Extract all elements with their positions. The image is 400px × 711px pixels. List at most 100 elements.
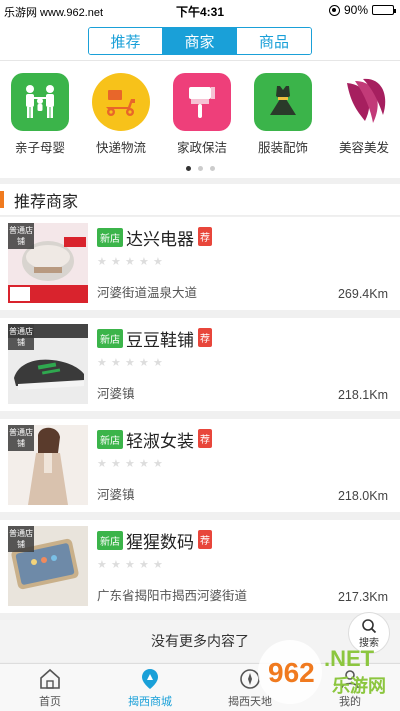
new-shop-badge: 新店 (97, 329, 123, 348)
map-pin-icon (142, 668, 158, 689)
star-icon: ★ (139, 559, 149, 571)
rotation-lock-icon (328, 4, 340, 16)
category-item-parenting[interactable]: 亲子母婴 (0, 73, 80, 156)
battery-icon (372, 5, 396, 15)
star-icon: ★ (97, 357, 107, 369)
tabbar-world[interactable]: 揭西天地 (200, 664, 300, 711)
rating-stars: ★ ★ ★ ★ ★ (97, 458, 163, 470)
star-icon: ★ (111, 559, 121, 571)
compass-icon (240, 668, 260, 689)
battery-percent: 90% (343, 3, 368, 17)
rating-stars: ★ ★ ★ ★ ★ (97, 559, 163, 571)
shop-thumbnail: 普通店铺 (8, 425, 88, 505)
section-title: 推荐商家 (14, 193, 79, 211)
category-label: 快递物流 (95, 141, 146, 155)
carousel-pagination (0, 166, 400, 171)
rating-stars: ★ ★ ★ ★ ★ (97, 256, 163, 268)
star-icon: ★ (153, 458, 163, 470)
shop-address: 河婆街道温泉大道 (97, 286, 198, 300)
category-label: 家政保洁 (176, 141, 227, 155)
shop-type-tag: 普通店铺 (8, 425, 34, 451)
shop-name: 达兴电器 (126, 230, 194, 249)
shop-card[interactable]: 普通店铺 新店 猩猩数码 荐 ★ ★ ★ ★ ★ 广东省揭阳市揭西河婆街道 217.3K… (0, 520, 400, 613)
star-icon: ★ (153, 357, 163, 369)
search-icon (362, 618, 377, 633)
star-icon: ★ (139, 256, 149, 268)
section-accent-bar (0, 191, 4, 208)
tab-recommend[interactable]: 推荐 (89, 28, 163, 54)
category-item-clothing[interactable]: 服装配饰 (243, 73, 323, 156)
star-icon: ★ (97, 559, 107, 571)
category-carousel[interactable]: 亲子母婴 快递物流 家政保洁 服装配饰 美容美发 (0, 60, 400, 178)
shop-address: 河婆镇 (97, 488, 135, 502)
search-button[interactable]: 搜索 (348, 612, 390, 654)
shop-name: 猩猩数码 (126, 533, 194, 552)
star-icon: ★ (125, 256, 135, 268)
category-label: 服装配饰 (257, 141, 308, 155)
shop-distance: 217.3Km (337, 590, 388, 604)
star-icon: ★ (125, 458, 135, 470)
shop-distance: 269.4Km (337, 287, 388, 301)
category-item-beauty[interactable]: 美容美发 (324, 73, 400, 156)
shop-address: 广东省揭阳市揭西河婆街道 (97, 589, 248, 603)
shop-card[interactable]: 普通店铺 新店 达兴电器 荐 ★ ★ ★ ★ ★ 河婆街道温泉大道 269.4Km (0, 217, 400, 310)
shop-thumbnail: 普通店铺 (8, 324, 88, 404)
dress-icon (254, 73, 312, 131)
shop-card[interactable]: 普通店铺 新店 轻淑女装 荐 ★ ★ ★ ★ ★ 河婆镇 218.0Km (0, 419, 400, 512)
status-bar: 乐游网 www.962.net 下午4:31 90% (0, 0, 400, 22)
star-icon: ★ (111, 256, 121, 268)
shop-distance: 218.1Km (337, 388, 388, 402)
star-icon: ★ (111, 357, 121, 369)
star-icon: ★ (139, 458, 149, 470)
star-icon: ★ (111, 458, 121, 470)
tabbar-home[interactable]: 首页 (0, 664, 100, 711)
pagination-dot (185, 166, 191, 171)
bottom-tab-bar: 首页 揭西商城 揭西天地 我的 (0, 663, 400, 711)
star-icon: ★ (139, 357, 149, 369)
tabbar-mine[interactable]: 我的 (300, 664, 400, 711)
status-right: 90% (328, 3, 396, 17)
cleaning-brush-icon (173, 73, 231, 131)
home-icon (40, 668, 60, 689)
tabbar-mall[interactable]: 揭西商城 (100, 664, 200, 711)
tabbar-label: 揭西商城 (128, 695, 172, 708)
family-icon (11, 73, 69, 131)
shop-type-tag: 普通店铺 (8, 526, 34, 552)
tabbar-label: 我的 (339, 695, 361, 708)
star-icon: ★ (97, 458, 107, 470)
shop-address: 河婆镇 (97, 387, 135, 401)
category-item-delivery[interactable]: 快递物流 (81, 73, 161, 156)
shop-distance: 218.0Km (337, 489, 388, 503)
category-label: 美容美发 (338, 141, 389, 155)
recommended-badge: 荐 (198, 429, 212, 448)
shop-name: 轻淑女装 (126, 432, 194, 451)
delivery-scooter-icon (92, 73, 150, 131)
recommended-badge: 荐 (198, 328, 212, 347)
pagination-dot (197, 166, 203, 171)
tab-merchants[interactable]: 商家 (163, 28, 237, 54)
rating-stars: ★ ★ ★ ★ ★ (97, 357, 163, 369)
shop-type-tag: 普通店铺 (8, 324, 34, 350)
top-nav: 推荐 商家 商品 (0, 22, 400, 60)
tab-products[interactable]: 商品 (237, 28, 311, 54)
new-shop-badge: 新店 (97, 228, 123, 247)
star-icon: ★ (153, 559, 163, 571)
section-header: 推荐商家 (0, 184, 400, 216)
tabbar-label: 首页 (39, 695, 61, 708)
new-shop-badge: 新店 (97, 531, 123, 550)
new-shop-badge: 新店 (97, 430, 123, 449)
beauty-face-icon (335, 73, 393, 131)
shop-thumbnail: 普通店铺 (8, 526, 88, 606)
tabbar-label: 揭西天地 (228, 695, 272, 708)
category-label: 亲子母婴 (14, 141, 65, 155)
category-item-housekeeping[interactable]: 家政保洁 (162, 73, 242, 156)
recommended-badge: 荐 (198, 530, 212, 549)
shop-name: 豆豆鞋铺 (126, 331, 194, 350)
pagination-dot (209, 166, 215, 171)
shop-card[interactable]: 普通店铺 新店 豆豆鞋铺 荐 ★ ★ ★ ★ ★ 河婆镇 218.1Km (0, 318, 400, 411)
star-icon: ★ (97, 256, 107, 268)
search-button-label: 搜索 (359, 637, 379, 649)
shop-thumbnail: 普通店铺 (8, 223, 88, 303)
user-icon (341, 669, 359, 688)
star-icon: ★ (125, 559, 135, 571)
